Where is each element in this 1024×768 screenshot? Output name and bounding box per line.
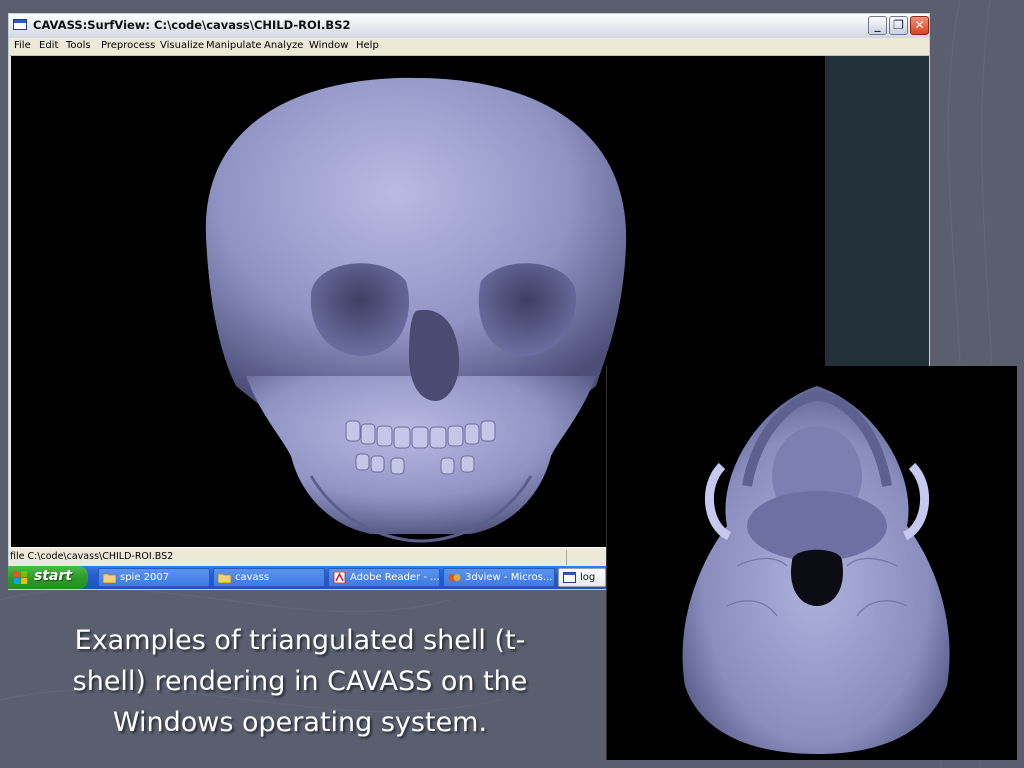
taskbar-item-adobe-reader[interactable]: Adobe Reader - ...	[328, 568, 440, 587]
status-bar: file C:\code\cavass\CHILD-ROI.BS2	[9, 547, 607, 567]
menu-help[interactable]: Help	[356, 40, 379, 51]
folder-icon	[218, 573, 231, 583]
status-file-path: file C:\code\cavass\CHILD-ROI.BS2	[10, 551, 174, 562]
window-icon	[563, 572, 576, 583]
menu-visualize[interactable]: Visualize	[160, 40, 204, 51]
taskbar: start spie 2007 cavass Adobe Reader - ..…	[8, 566, 606, 589]
close-icon[interactable]: ✕	[910, 16, 929, 35]
taskbar-item-label: spie 2007	[120, 572, 170, 583]
start-button[interactable]: start	[8, 566, 88, 589]
taskbar-item-label: 3dview - Micros...	[465, 572, 553, 583]
maximize-icon[interactable]: ❐	[889, 16, 908, 35]
status-separator	[566, 550, 567, 565]
menu-tools[interactable]: Tools	[66, 40, 91, 51]
window-titlebar[interactable]: CAVASS:SurfView: C:\code\cavass\CHILD-RO…	[9, 14, 929, 39]
window-title: CAVASS:SurfView: C:\code\cavass\CHILD-RO…	[33, 18, 351, 32]
menu-manipulate[interactable]: Manipulate	[206, 40, 262, 51]
folder-icon	[103, 573, 116, 583]
taskbar-item-log[interactable]: log	[558, 568, 606, 587]
slide-caption: Examples of triangulated shell (t- shell…	[20, 620, 580, 743]
caption-line-1: Examples of triangulated shell (t-	[74, 625, 526, 656]
application-icon	[448, 574, 461, 581]
menu-preprocess[interactable]: Preprocess	[101, 40, 155, 51]
taskbar-item-spie-2007[interactable]: spie 2007	[98, 568, 210, 587]
menu-window[interactable]: Window	[309, 40, 348, 51]
caption-line-3: Windows operating system.	[112, 707, 488, 738]
taskbar-item-cavass[interactable]: cavass	[213, 568, 325, 587]
taskbar-item-label: log	[580, 572, 596, 583]
menu-edit[interactable]: Edit	[39, 40, 58, 51]
application-window-icon	[13, 19, 27, 30]
menu-bar: File Edit Tools Preprocess Visualize Man…	[9, 38, 929, 56]
windows-logo-icon	[14, 571, 27, 584]
minimize-icon[interactable]: _	[868, 16, 887, 35]
menu-file[interactable]: File	[14, 40, 31, 51]
taskbar-item-label: cavass	[235, 572, 270, 583]
adobe-reader-icon	[333, 572, 346, 583]
skull-inferior-view-panel	[606, 366, 1017, 760]
menu-analyze[interactable]: Analyze	[264, 40, 303, 51]
caption-line-2: shell) rendering in CAVASS on the	[72, 666, 528, 697]
taskbar-item-label: Adobe Reader - ...	[350, 572, 440, 583]
taskbar-item-3dview[interactable]: 3dview - Micros...	[443, 568, 555, 587]
start-label: start	[34, 568, 73, 584]
skull-inferior-rendering	[682, 386, 950, 754]
